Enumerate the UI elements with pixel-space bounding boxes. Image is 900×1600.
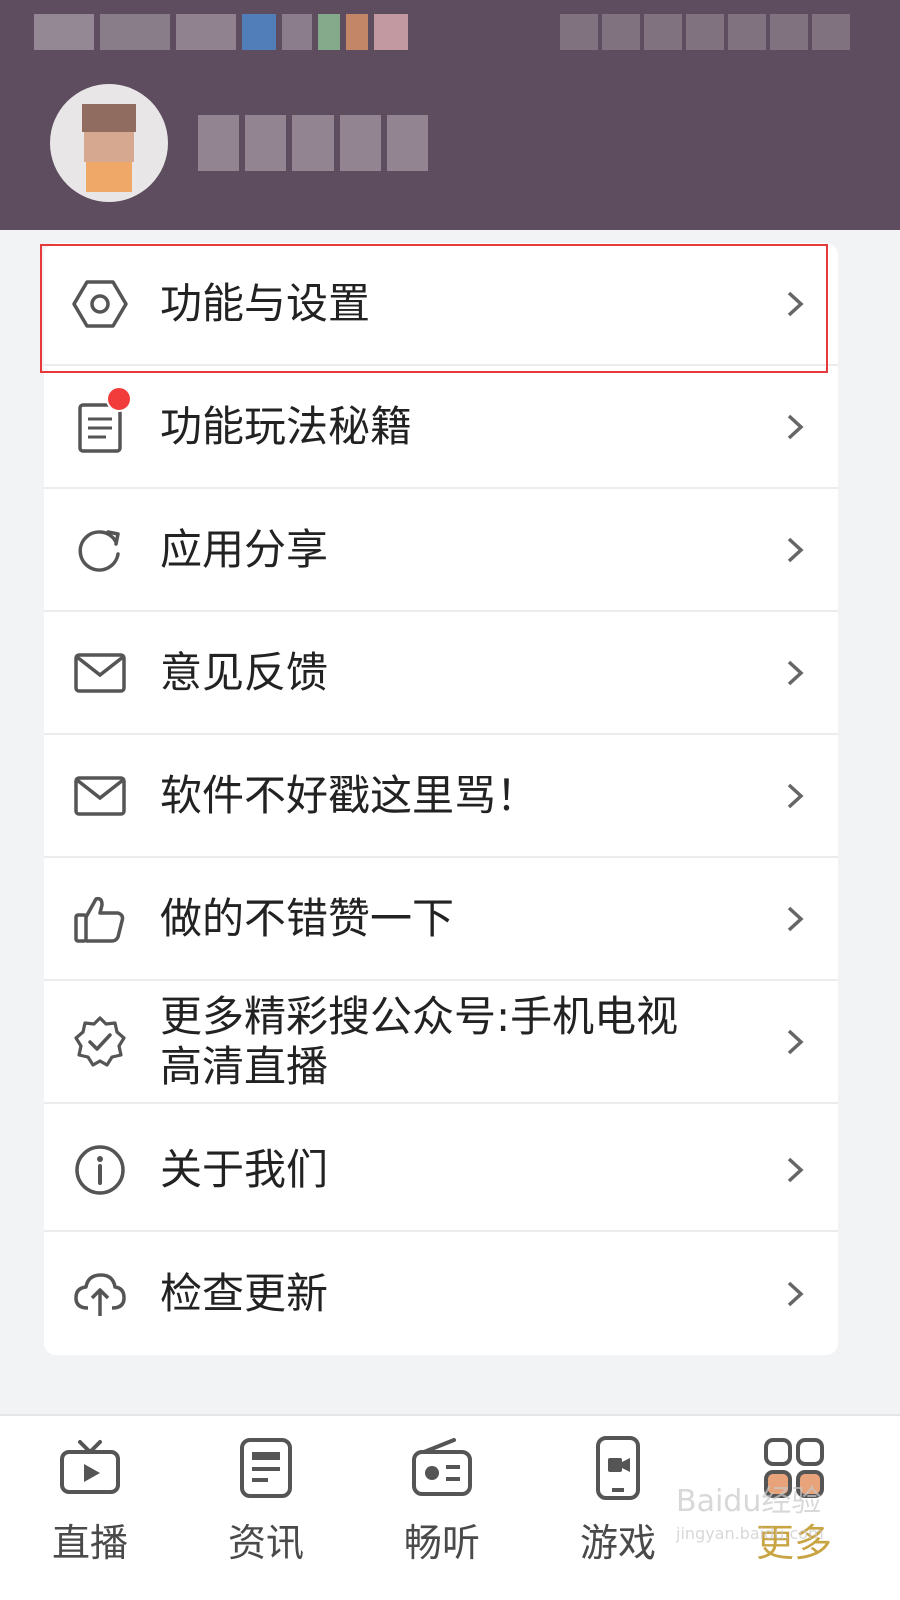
menu-item-tips[interactable]: 功能玩法秘籍 [44, 366, 838, 489]
thumbs-up-icon [72, 891, 128, 947]
mail-icon [72, 645, 128, 701]
phone-game-icon [586, 1436, 650, 1500]
share-refresh-icon [72, 522, 128, 578]
status-bar-right-pixelated [560, 14, 850, 50]
info-icon [72, 1142, 128, 1198]
hexagon-settings-icon [72, 276, 128, 332]
chevron-right-icon [784, 1027, 806, 1057]
nav-tab-listen[interactable]: 畅听 [352, 1416, 532, 1600]
menu-item-check-update[interactable]: 检查更新 [44, 1232, 838, 1355]
watermark-text: Baidu经验 [676, 1484, 822, 1519]
chevron-right-icon [784, 1279, 806, 1309]
menu-item-label: 应用分享 [160, 524, 329, 574]
verified-badge-icon [72, 1014, 128, 1070]
menu-item-label: 功能与设置 [160, 278, 371, 328]
baidu-watermark: Baidu经验 jingyan.baidu.com [676, 1476, 836, 1556]
nav-label: 畅听 [403, 1521, 480, 1565]
username-pixelated [198, 115, 429, 171]
mail-icon [72, 768, 128, 824]
chevron-right-icon [784, 781, 806, 811]
menu-item-features-settings[interactable]: 功能与设置 [44, 243, 838, 366]
chevron-right-icon [784, 658, 806, 688]
watermark-url: jingyan.baidu.com [676, 1524, 824, 1543]
cloud-upload-icon [72, 1266, 128, 1322]
chevron-right-icon [784, 289, 806, 319]
menu-item-wechat-account[interactable]: 更多精彩搜公众号:手机电视高清直播 [44, 981, 838, 1104]
menu-item-like[interactable]: 做的不错赞一下 [44, 858, 838, 981]
nav-tab-news[interactable]: 资讯 [176, 1416, 356, 1600]
news-icon [234, 1436, 298, 1500]
chevron-right-icon [784, 1155, 806, 1185]
nav-label: 资讯 [227, 1521, 304, 1565]
menu-item-label: 软件不好戳这里骂！ [160, 770, 539, 820]
menu-item-complain[interactable]: 软件不好戳这里骂！ [44, 735, 838, 858]
menu-item-about-us[interactable]: 关于我们 [44, 1109, 838, 1232]
page: 功能与设置 功能玩法秘籍 应用分享 意见反馈 软件不好戳这里骂！ 做的不错赞一下… [0, 0, 900, 1600]
menu-item-label: 检查更新 [160, 1268, 329, 1318]
status-bar-left-pixelated [34, 14, 434, 50]
profile-header [0, 0, 900, 230]
menu-item-share-app[interactable]: 应用分享 [44, 489, 838, 612]
menu-item-label: 做的不错赞一下 [160, 893, 455, 943]
menu-item-label: 功能玩法秘籍 [160, 401, 413, 451]
radio-icon [410, 1436, 474, 1500]
settings-menu: 功能与设置 功能玩法秘籍 应用分享 意见反馈 软件不好戳这里骂！ 做的不错赞一下… [44, 243, 838, 1355]
chevron-right-icon [784, 904, 806, 934]
nav-label: 直播 [51, 1521, 128, 1565]
nav-tab-live[interactable]: 直播 [0, 1416, 180, 1600]
tv-icon [58, 1436, 122, 1500]
menu-item-feedback[interactable]: 意见反馈 [44, 612, 838, 735]
menu-item-label: 更多精彩搜公众号:手机电视高清直播 [160, 991, 679, 1091]
notification-dot [106, 386, 132, 412]
menu-item-label: 关于我们 [160, 1144, 329, 1194]
chevron-right-icon [784, 535, 806, 565]
avatar[interactable] [50, 84, 168, 202]
chevron-right-icon [784, 412, 806, 442]
menu-item-label: 意见反馈 [160, 647, 329, 697]
